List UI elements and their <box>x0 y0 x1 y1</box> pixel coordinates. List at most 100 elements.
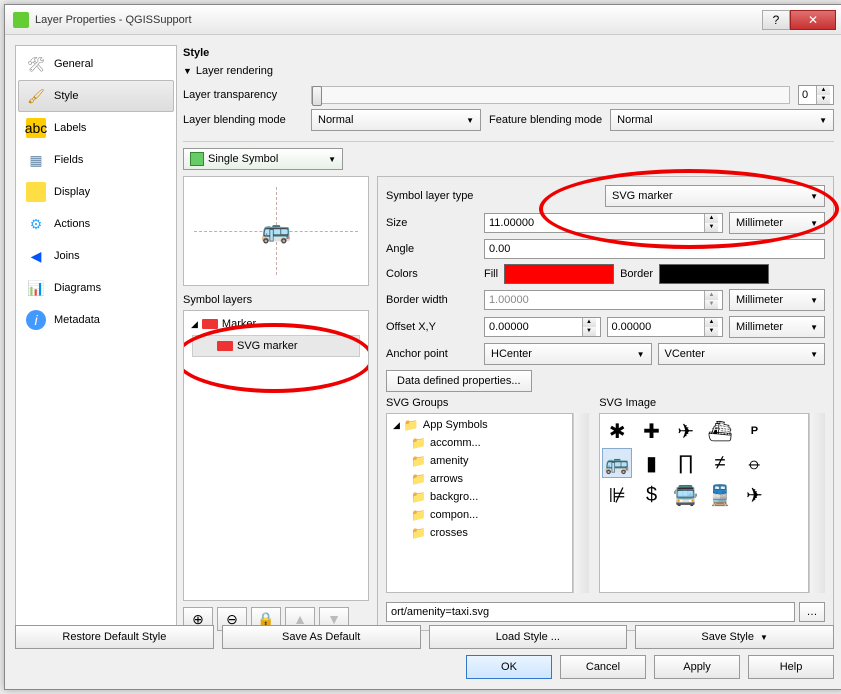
spin-up-icon[interactable]: ▲ <box>705 318 718 327</box>
folder-icon: 📁 <box>411 508 426 522</box>
svg-rail-icon[interactable]: ⊯ <box>602 480 632 510</box>
ok-button[interactable]: OK <box>466 655 552 679</box>
offset-y-input[interactable]: 0.00000▲▼ <box>607 317 724 337</box>
nav-style[interactable]: 🖌Style <box>18 80 174 112</box>
nav-joins[interactable]: ◀Joins <box>18 240 174 272</box>
border-color-button[interactable] <box>659 264 769 284</box>
spin-up-icon[interactable]: ▲ <box>583 318 596 327</box>
nav-display[interactable]: Display <box>18 176 174 208</box>
spin-up-icon[interactable]: ▲ <box>705 214 718 223</box>
folder-icon: 📁 <box>411 526 426 540</box>
svg-train-icon[interactable]: 🚆 <box>705 480 735 510</box>
nav-fields[interactable]: ▦Fields <box>18 144 174 176</box>
titlebar[interactable]: Layer Properties - QGISSupport ? ✕ <box>5 5 841 35</box>
marker-icon <box>202 319 218 329</box>
transparency-value[interactable]: 0▲▼ <box>798 85 834 105</box>
restore-default-button[interactable]: Restore Default Style <box>15 625 214 649</box>
collapse-icon[interactable]: ◢ <box>191 319 198 330</box>
offset-x-input[interactable]: 0.00000▲▼ <box>484 317 601 337</box>
folder-item[interactable]: 📁backgro... <box>389 488 570 506</box>
folder-item[interactable]: 📁accomm... <box>389 434 570 452</box>
svg-blank[interactable] <box>774 480 804 510</box>
svg-blank[interactable] <box>774 448 804 478</box>
scrollbar[interactable] <box>809 413 825 593</box>
folder-item[interactable]: 📁crosses <box>389 524 570 542</box>
spin-down-icon[interactable]: ▼ <box>705 300 718 309</box>
angle-input[interactable]: 0.00 <box>484 239 825 259</box>
anchor-v-combo[interactable]: VCenter▼ <box>658 343 826 365</box>
load-style-button[interactable]: Load Style ... <box>429 625 628 649</box>
save-as-default-button[interactable]: Save As Default <box>222 625 421 649</box>
close-window-button[interactable]: ✕ <box>790 10 836 30</box>
chevron-down-icon: ▼ <box>328 155 336 164</box>
svg-bus2-icon[interactable]: 🚍 <box>671 480 701 510</box>
offset-unit-combo[interactable]: Millimeter▼ <box>729 316 825 338</box>
svg-ship-icon[interactable]: ⛴ <box>705 416 735 446</box>
nav-diagrams[interactable]: 📊Diagrams <box>18 272 174 304</box>
collapse-icon[interactable]: ▼ <box>183 66 192 76</box>
scrollbar[interactable] <box>573 413 589 593</box>
help-window-button[interactable]: ? <box>762 10 790 30</box>
border-width-input[interactable]: 1.00000▲▼ <box>484 290 723 310</box>
svg-groups-tree[interactable]: ◢📁App Symbols 📁accomm... 📁amenity 📁arrow… <box>386 413 573 593</box>
layer-blend-combo[interactable]: Normal▼ <box>311 109 481 131</box>
svg-plus-icon[interactable]: ✚ <box>637 416 667 446</box>
anchor-h-combo[interactable]: HCenter▼ <box>484 343 652 365</box>
svg-compass-icon[interactable]: ✱ <box>602 416 632 446</box>
svg-bus-icon[interactable]: 🚌 <box>602 448 632 478</box>
svg-gate-icon[interactable]: ∏ <box>671 448 701 478</box>
nav-labels[interactable]: abcLabels <box>18 112 174 144</box>
svg-toll-icon[interactable]: $ <box>637 480 667 510</box>
svg-image-grid[interactable]: ✱ ✚ ✈ ⛴ P 🚌 ▮ ∏ ≠ ⦵ <box>599 413 809 593</box>
svg-blank[interactable] <box>774 416 804 446</box>
transparency-slider[interactable] <box>311 86 790 104</box>
nav-actions[interactable]: ⚙Actions <box>18 208 174 240</box>
section-title: Style <box>183 45 834 65</box>
help-button[interactable]: Help <box>748 655 834 679</box>
svg-barrier-icon[interactable]: ⦵ <box>739 448 769 478</box>
fill-color-button[interactable] <box>504 264 614 284</box>
symbol-layers-tree[interactable]: ◢Marker SVG marker <box>183 310 369 601</box>
folder-item[interactable]: 📁arrows <box>389 470 570 488</box>
join-icon: ◀ <box>26 246 46 266</box>
slider-thumb[interactable] <box>312 86 322 106</box>
spin-down-icon[interactable]: ▼ <box>705 327 718 336</box>
size-unit-combo[interactable]: Millimeter▼ <box>729 212 825 234</box>
transparency-label: Layer transparency <box>183 89 303 101</box>
nav-metadata[interactable]: iMetadata <box>18 304 174 336</box>
data-defined-button[interactable]: Data defined properties... <box>386 370 532 392</box>
window-title: Layer Properties - QGISSupport <box>35 14 762 26</box>
border-width-label: Border width <box>386 294 478 306</box>
spin-down-icon[interactable]: ▼ <box>817 95 830 104</box>
spin-up-icon[interactable]: ▲ <box>705 291 718 300</box>
annotation-ellipse <box>539 169 839 249</box>
renderer-combo[interactable]: Single Symbol▼ <box>183 148 343 170</box>
svg-parking-icon[interactable]: P <box>739 416 769 446</box>
save-style-button[interactable]: Save Style▼ <box>635 625 834 649</box>
spin-down-icon[interactable]: ▼ <box>705 223 718 232</box>
nav-general[interactable]: 🛠General <box>18 48 174 80</box>
folder-item[interactable]: ◢📁App Symbols <box>389 416 570 434</box>
apply-button[interactable]: Apply <box>654 655 740 679</box>
feature-blend-combo[interactable]: Normal▼ <box>610 109 834 131</box>
chevron-down-icon: ▼ <box>637 350 645 359</box>
cancel-button[interactable]: Cancel <box>560 655 646 679</box>
border-width-unit-combo[interactable]: Millimeter▼ <box>729 289 825 311</box>
svg-airport-icon[interactable]: ✈ <box>739 480 769 510</box>
tooltip-icon <box>26 182 46 202</box>
svg-bollard-icon[interactable]: ▮ <box>637 448 667 478</box>
tree-root-marker[interactable]: ◢Marker <box>188 315 364 333</box>
svg-path-input[interactable]: ort/amenity=taxi.svg <box>386 602 795 622</box>
folder-item[interactable]: 📁compon... <box>389 506 570 524</box>
svg-airplane-icon[interactable]: ✈ <box>671 416 701 446</box>
browse-button[interactable]: … <box>799 602 825 622</box>
rendering-header: Layer rendering <box>196 65 273 77</box>
spin-down-icon[interactable]: ▼ <box>583 327 596 336</box>
wrench-icon: 🛠 <box>26 54 46 74</box>
folder-item[interactable]: 📁amenity <box>389 452 570 470</box>
spin-up-icon[interactable]: ▲ <box>817 86 830 95</box>
symbol-layer-type-combo[interactable]: SVG marker▼ <box>605 185 825 207</box>
svg-notequal-icon[interactable]: ≠ <box>705 448 735 478</box>
tree-svg-marker[interactable]: SVG marker <box>192 335 360 357</box>
size-input[interactable]: 11.00000▲▼ <box>484 213 723 233</box>
